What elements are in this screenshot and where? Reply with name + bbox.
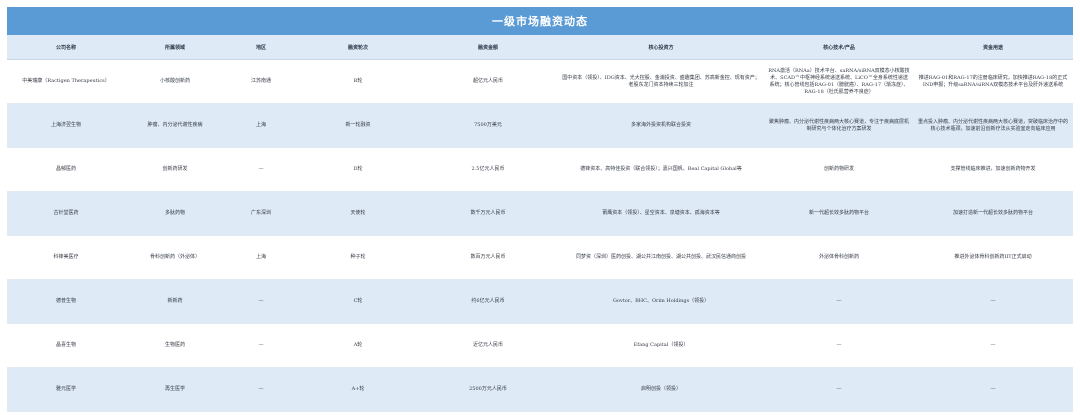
- table-row: 上海济翌生物 肿瘤、内分泌代谢性疾病 上海 新一轮融资 7500万美元 多家海外…: [7, 103, 1073, 148]
- cell-investors: 启明创投（领投）: [557, 367, 765, 412]
- header-investors: 核心投资方: [557, 35, 765, 60]
- cell-use-of-funds: —: [913, 323, 1073, 368]
- cell-investors: 国中资本（领投）、IDG资本、光大控股、金浦投资、盛趣集团、苏高新金控、现有资产…: [557, 59, 765, 104]
- cell-amount: 约6亿元人民币: [419, 279, 557, 324]
- header-row: 公司名称 所属领域 地区 融资轮次 融资金额 核心投资方 核心技术/产品 资金用…: [7, 35, 1073, 60]
- cell-amount: 数千万元人民币: [419, 191, 557, 236]
- cell-investors: 莆鹰资本（领投）、星空资本、泉塘资本、孤海资本等: [557, 191, 765, 236]
- header-field: 所属领域: [125, 35, 225, 60]
- cell-company: 科锋美医疗: [7, 235, 125, 280]
- cell-technology: 新一代超长效多肽药物平台: [765, 191, 913, 236]
- table-row: 科锋美医疗 骨科创新药（外泌体） 上海 种子轮 数百万元人民币 同梦资（深圳）医…: [7, 235, 1073, 280]
- cell-investors: Efang Capital（领投）: [557, 323, 765, 368]
- header-region: 地区: [225, 35, 297, 60]
- cell-company: 古针堂医药: [7, 191, 125, 236]
- cell-field: 肿瘤、内分泌代谢性疾病: [125, 103, 225, 148]
- cell-region: 上海: [225, 235, 297, 280]
- cell-use-of-funds: 重点投入肿瘤、内分泌代谢性疾病两大核心赛道，突破临床治疗中的核心技术瓶颈，加速前…: [913, 103, 1073, 148]
- table-title: 一级市场融资动态: [7, 7, 1073, 35]
- cell-use-of-funds: 推进外泌体骨科创新药IIT正式启动: [913, 235, 1073, 280]
- financing-table-panel: 一级市场融资动态 公司名称 所属领域 地区 融资轮次 融资金额 核心投资方 核心…: [7, 7, 1073, 412]
- cell-field: 生物医药: [125, 323, 225, 368]
- cell-company: 昌郁医药: [7, 147, 125, 192]
- cell-amount: 2500万元人民币: [419, 367, 557, 412]
- cell-investors: 多家海外投资机构联合投资: [557, 103, 765, 148]
- cell-region: —: [225, 367, 297, 412]
- cell-amount: 数百万元人民币: [419, 235, 557, 280]
- cell-technology: —: [765, 323, 913, 368]
- cell-investors: 德锋资本、高特佳投资（联合领投）；嘉兴国帆、Real Capital Globa…: [557, 147, 765, 192]
- cell-amount: 2.5亿元人民币: [419, 147, 557, 192]
- cell-technology: RNA激活（RNAa）技术平台、saRNA/siRNA双模态小核酸技术、SCAD…: [765, 59, 913, 104]
- cell-technology: 外泌体骨科创新药: [765, 235, 913, 280]
- cell-region: —: [225, 147, 297, 192]
- cell-investors: 同梦资（深圳）医药创投、湖公共江南创投、湖公共创投、武汉民信通商创投: [557, 235, 765, 280]
- header-round: 融资轮次: [297, 35, 419, 60]
- header-amount: 融资金额: [419, 35, 557, 60]
- cell-amount: 近亿元人民币: [419, 323, 557, 368]
- table-row: 雅元医学 再生医学 — A+轮 2500万元人民币 启明创投（领投） — —: [7, 367, 1073, 412]
- cell-company: 中美瑞康（Ractigen Therapeutics）: [7, 59, 125, 104]
- cell-use-of-funds: —: [913, 367, 1073, 412]
- cell-region: 江苏南通: [225, 59, 297, 104]
- cell-company: 雅元医学: [7, 367, 125, 412]
- header-use-of-funds: 资金用途: [913, 35, 1073, 60]
- cell-round: C轮: [297, 279, 419, 324]
- cell-region: 广东深圳: [225, 191, 297, 236]
- financing-table: 公司名称 所属领域 地区 融资轮次 融资金额 核心投资方 核心技术/产品 资金用…: [7, 35, 1073, 412]
- cell-field: 再生医学: [125, 367, 225, 412]
- cell-round: A轮: [297, 323, 419, 368]
- cell-round: D轮: [297, 147, 419, 192]
- cell-field: 新新药: [125, 279, 225, 324]
- cell-company: 德普生物: [7, 279, 125, 324]
- table-row: 昌郁医药 创新药研发 — D轮 2.5亿元人民币 德锋资本、高特佳投资（联合领投…: [7, 147, 1073, 192]
- table-row: 古针堂医药 多肽药物 广东深圳 天使轮 数千万元人民币 莆鹰资本（领投）、星空资…: [7, 191, 1073, 236]
- cell-company: 上海济翌生物: [7, 103, 125, 148]
- cell-field: 多肽药物: [125, 191, 225, 236]
- cell-company: 晶喜生物: [7, 323, 125, 368]
- cell-technology: —: [765, 367, 913, 412]
- cell-round: A+轮: [297, 367, 419, 412]
- cell-region: 上海: [225, 103, 297, 148]
- table-row: 德普生物 新新药 — C轮 约6亿元人民币 Govtor、BHC、Orim Ho…: [7, 279, 1073, 324]
- cell-field: 创新药研发: [125, 147, 225, 192]
- cell-amount: 超亿元人民币: [419, 59, 557, 104]
- table-row: 晶喜生物 生物医药 — A轮 近亿元人民币 Efang Capital（领投） …: [7, 323, 1073, 368]
- cell-field: 骨科创新药（外泌体）: [125, 235, 225, 280]
- cell-round: 新一轮融资: [297, 103, 419, 148]
- cell-technology: —: [765, 279, 913, 324]
- cell-technology: 聚焦肿瘤、内分泌代谢性疾病两大核心赛道，专注于疾病底层机制研究与个体化治疗方案研…: [765, 103, 913, 148]
- cell-round: 天使轮: [297, 191, 419, 236]
- cell-technology: 创新药物研发: [765, 147, 913, 192]
- cell-investors: Govtor、BHC、Orim Holdings（领投）: [557, 279, 765, 324]
- cell-use-of-funds: 支撑管线临床推进，加速创新药物开发: [913, 147, 1073, 192]
- cell-region: —: [225, 323, 297, 368]
- header-technology: 核心技术/产品: [765, 35, 913, 60]
- cell-region: —: [225, 279, 297, 324]
- cell-round: B轮: [297, 59, 419, 104]
- cell-use-of-funds: 推进RAG-01和RAG-17的注册临床研究，加快推进RAG-18的正式IND申…: [913, 59, 1073, 104]
- table-row: 中美瑞康（Ractigen Therapeutics） 小核酸创新药 江苏南通 …: [7, 59, 1073, 104]
- header-company: 公司名称: [7, 35, 125, 60]
- cell-field: 小核酸创新药: [125, 59, 225, 104]
- cell-use-of-funds: 加速打造新一代超长效多肽药物平台: [913, 191, 1073, 236]
- cell-amount: 7500万美元: [419, 103, 557, 148]
- cell-round: 种子轮: [297, 235, 419, 280]
- cell-use-of-funds: —: [913, 279, 1073, 324]
